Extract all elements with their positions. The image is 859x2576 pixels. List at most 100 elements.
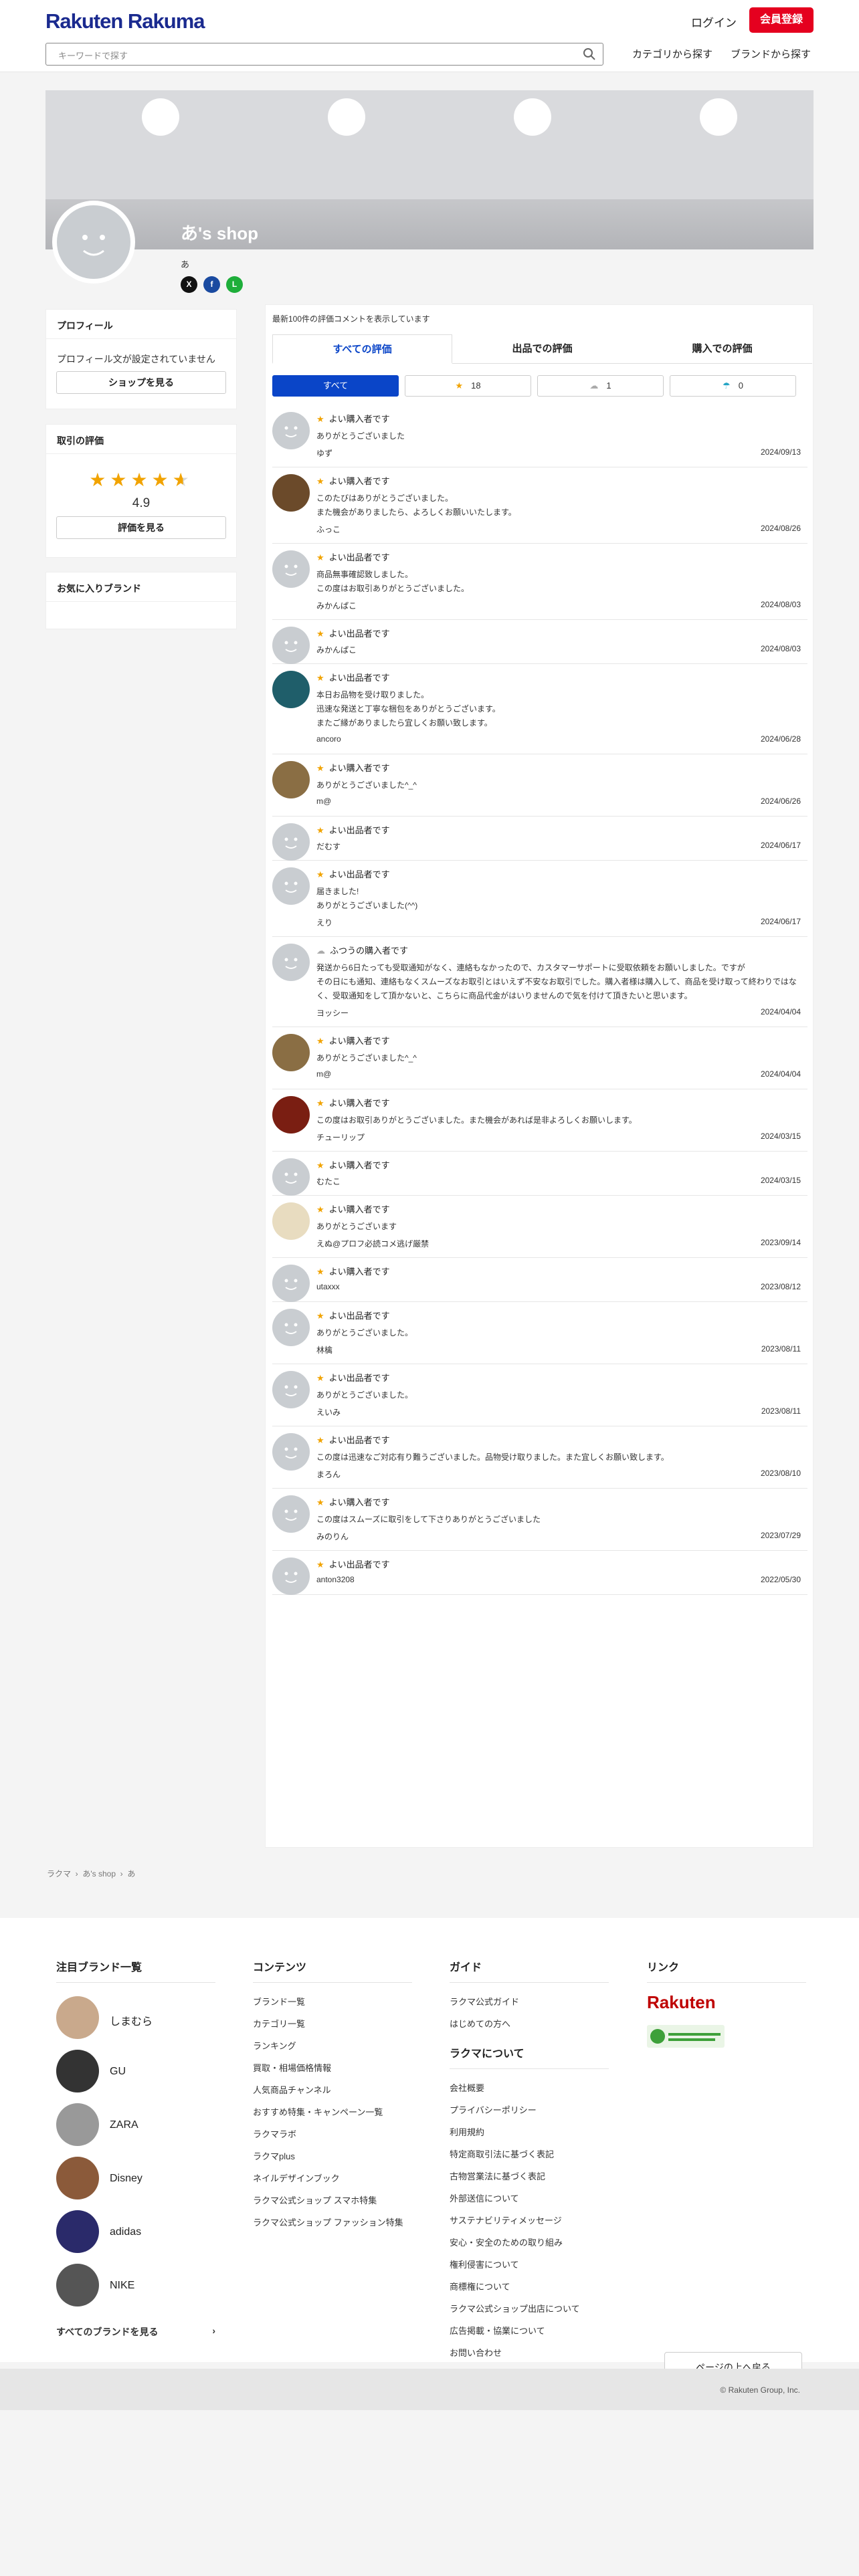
footer-link[interactable]: ラクマラボ: [253, 2123, 412, 2145]
filter-button[interactable]: ☂ 0: [670, 375, 796, 397]
footer-link[interactable]: ランキング: [253, 2035, 412, 2057]
footer-link[interactable]: 会社概要: [450, 2077, 609, 2099]
reviewer-name[interactable]: ゆず: [316, 447, 332, 459]
reviewer-avatar[interactable]: [272, 1034, 310, 1071]
footer-link[interactable]: 買取・相場価格情報: [253, 2057, 412, 2079]
reviewer-avatar[interactable]: [272, 1202, 310, 1240]
footer-link[interactable]: 利用規約: [450, 2121, 609, 2143]
tab-all-reviews[interactable]: すべての評価: [272, 334, 452, 364]
reviewer-avatar[interactable]: [272, 412, 310, 449]
reviewer-name[interactable]: みのりん: [316, 1531, 349, 1542]
footer-link[interactable]: はじめての方へ: [450, 2013, 609, 2035]
reviewer-avatar[interactable]: [272, 550, 310, 588]
reviewer-avatar[interactable]: [272, 1371, 310, 1408]
brand-item[interactable]: Disney: [56, 2151, 215, 2205]
footer-link[interactable]: プライバシーポリシー: [450, 2099, 609, 2121]
line-share-icon[interactable]: L: [226, 276, 243, 293]
reviewer-name[interactable]: m@: [316, 796, 331, 806]
footer-link[interactable]: 安心・安全のための取り組み: [450, 2232, 609, 2254]
rakuten-logo[interactable]: Rakuten: [647, 1992, 806, 2013]
reviewer-name[interactable]: チューリップ: [316, 1132, 365, 1143]
footer-link[interactable]: ラクマ公式ショップ ファッション特集: [253, 2212, 412, 2234]
reviewer-avatar[interactable]: [272, 867, 310, 905]
footer-link[interactable]: 外部送信について: [450, 2187, 609, 2210]
footer-link[interactable]: お問い合わせ: [450, 2342, 609, 2364]
footer-link[interactable]: おすすめ特集・キャンペーン一覧: [253, 2101, 412, 2123]
reviewer-name[interactable]: えぬ@プロフ必読コメ逃げ厳禁: [316, 1238, 429, 1249]
footer-link[interactable]: ブランド一覧: [253, 1991, 412, 2013]
x-share-icon[interactable]: X: [181, 276, 197, 293]
reviewer-name[interactable]: みかんぱこ: [316, 600, 357, 611]
footer-link[interactable]: 広告掲載・協業について: [450, 2320, 609, 2342]
brand-name: ZARA: [110, 2119, 138, 2131]
footer-link[interactable]: ラクマ公式ガイド: [450, 1991, 609, 2013]
reviewer-avatar[interactable]: [272, 1309, 310, 1346]
reviewer-avatar[interactable]: [272, 1158, 310, 1196]
rakuma-logo[interactable]: Rakuten Rakuma: [45, 9, 205, 33]
reviewer-avatar[interactable]: [272, 1495, 310, 1533]
register-button[interactable]: 会員登録: [749, 7, 814, 33]
brand-item[interactable]: しまむら: [56, 1991, 215, 2044]
search-input[interactable]: キーワードで探す: [45, 43, 603, 66]
reviewer-avatar[interactable]: [272, 944, 310, 981]
brand-search-link[interactable]: ブランドから探す: [731, 47, 811, 61]
footer-link[interactable]: 権利侵害について: [450, 2254, 609, 2276]
reviewer-name[interactable]: えいみ: [316, 1406, 341, 1418]
reviewer-avatar[interactable]: [272, 474, 310, 512]
tab-seller-reviews[interactable]: 出品での評価: [452, 334, 632, 364]
reviewer-avatar[interactable]: [272, 671, 310, 708]
login-link[interactable]: ログイン: [691, 13, 737, 30]
brand-item[interactable]: NIKE: [56, 2258, 215, 2312]
reviewer-name[interactable]: ancoro: [316, 734, 341, 744]
footer-link[interactable]: 特定商取引法に基づく表記: [450, 2143, 609, 2165]
reviewer-name[interactable]: utaxxx: [316, 1282, 340, 1291]
category-search-link[interactable]: カテゴリから探す: [632, 47, 712, 61]
breadcrumb-item[interactable]: ラクマ: [47, 1869, 71, 1879]
review-item: ★ よい出品者です この度は迅速なご対応有り難うございました。品物受け取りました。ま…: [272, 1426, 807, 1489]
reviewer-name[interactable]: まろん: [316, 1469, 341, 1480]
footer-links: リンク Rakuten: [647, 1958, 806, 2048]
reviewer-avatar[interactable]: [272, 1096, 310, 1134]
reviewer-name[interactable]: えり: [316, 917, 332, 928]
brand-item[interactable]: GU: [56, 2044, 215, 2098]
footer-link[interactable]: カテゴリ一覧: [253, 2013, 412, 2035]
partner-badge[interactable]: [647, 2025, 725, 2048]
view-ratings-button[interactable]: 評価を見る: [56, 516, 226, 539]
footer-link[interactable]: ネイルデザインブック: [253, 2167, 412, 2189]
reviewer-name[interactable]: ヨッシー: [316, 1007, 349, 1018]
breadcrumb-item[interactable]: あ's shop: [82, 1869, 116, 1879]
footer-link[interactable]: 人気商品チャンネル: [253, 2079, 412, 2101]
star-icon: ★: [316, 629, 324, 639]
all-brands-link[interactable]: すべてのブランドを見る ›: [56, 2325, 215, 2339]
reviewer-name[interactable]: むたこ: [316, 1176, 341, 1187]
view-shop-button[interactable]: ショップを見る: [56, 371, 226, 394]
reviewer-avatar[interactable]: [272, 1433, 310, 1471]
filter-button[interactable]: ☁ 1: [537, 375, 664, 397]
tab-buyer-reviews[interactable]: 購入での評価: [632, 334, 812, 364]
filter-button[interactable]: すべて: [272, 375, 399, 397]
reviewer-avatar[interactable]: [272, 761, 310, 798]
facebook-share-icon[interactable]: f: [203, 276, 220, 293]
footer-link[interactable]: ラクマ公式ショップ出店について: [450, 2298, 609, 2320]
reviewer-name[interactable]: だむす: [316, 841, 341, 852]
reviewer-avatar[interactable]: [272, 1265, 310, 1302]
footer-link[interactable]: 古物営業法に基づく表記: [450, 2165, 609, 2187]
reviewer-avatar[interactable]: [272, 627, 310, 664]
footer-link[interactable]: ラクマplus: [253, 2145, 412, 2167]
brand-item[interactable]: adidas: [56, 2205, 215, 2258]
reviewer-name[interactable]: ふっこ: [316, 524, 341, 535]
footer-link[interactable]: 商標権について: [450, 2276, 609, 2298]
brand-item[interactable]: ZARA: [56, 2098, 215, 2151]
reviewer-avatar[interactable]: [272, 823, 310, 861]
footer-link[interactable]: サステナビリティメッセージ: [450, 2210, 609, 2232]
reviewer-name[interactable]: 林檎: [316, 1344, 332, 1356]
brand-name: NIKE: [110, 2280, 135, 2291]
filter-button[interactable]: ★ 18: [405, 375, 531, 397]
search-icon[interactable]: [583, 47, 596, 61]
reviewer-avatar[interactable]: [272, 1558, 310, 1595]
reviewer-name[interactable]: みかんぱこ: [316, 644, 357, 655]
footer-link[interactable]: ラクマ公式ショップ スマホ特集: [253, 2189, 412, 2212]
profile-panel: プロフィール プロフィール文が設定されていません ショップを見る: [45, 309, 237, 409]
reviewer-name[interactable]: m@: [316, 1069, 331, 1079]
reviewer-name[interactable]: anton3208: [316, 1575, 355, 1584]
